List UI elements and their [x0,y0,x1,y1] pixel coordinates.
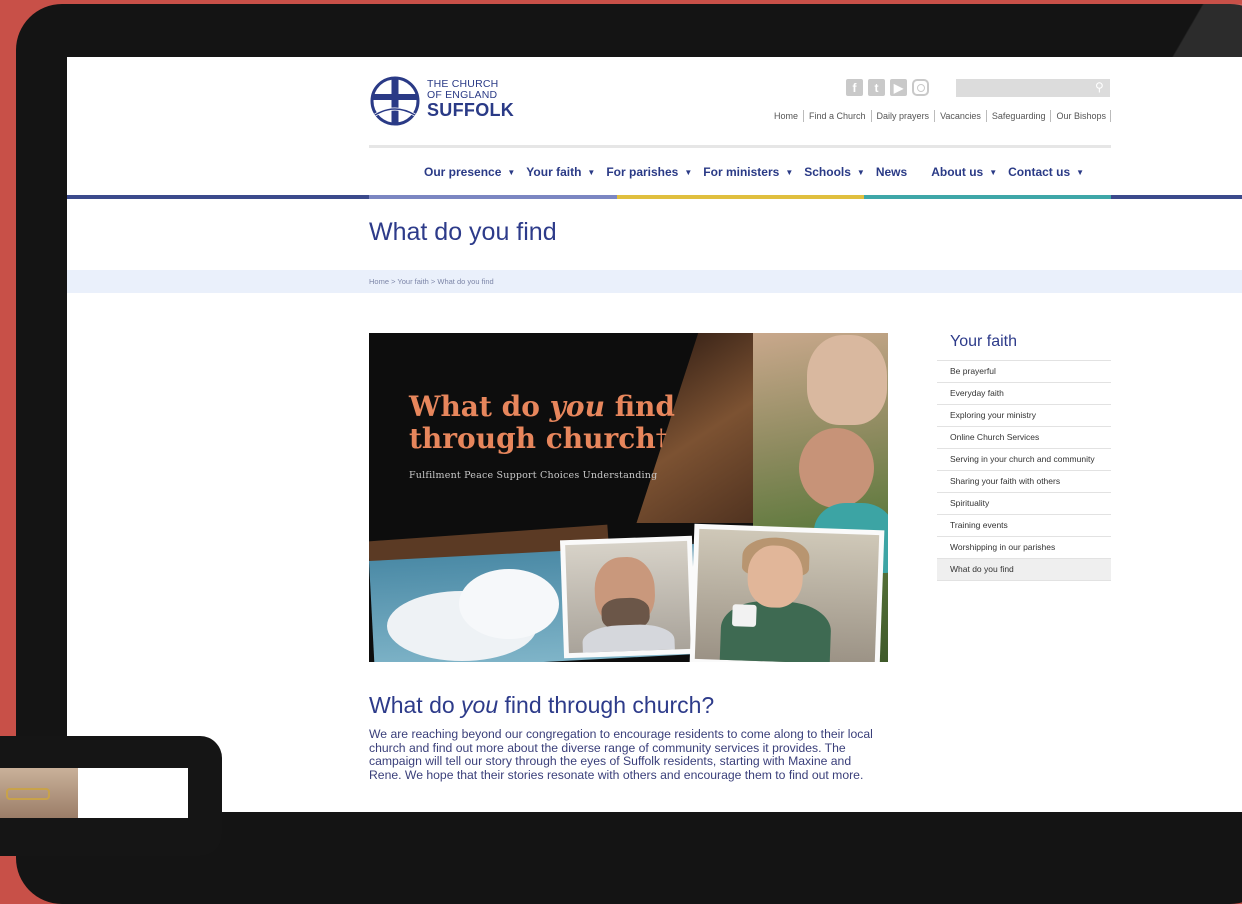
hero-tagline: Fulfilment Peace Support Choices Underst… [409,470,658,481]
tablet-screen [0,768,188,818]
portrait-photo-content [694,528,880,662]
hero-banner-image: What do you find through church† Fulfilm… [369,333,888,662]
nav-our-presence[interactable]: Our presence ▼ [424,165,515,179]
nav-for-parishes[interactable]: For parishes ▼ [606,165,692,179]
chevron-down-icon: ▼ [587,167,596,177]
chevron-down-icon: ▼ [856,167,865,177]
section-heading: What do you find through church? [369,692,714,719]
sidebar-item-exploring-your-ministry[interactable]: Exploring your ministry [937,405,1111,427]
main-nav: Our presence ▼ Your faith ▼ For parishes ▼ … [424,165,1095,179]
diocese-logo[interactable]: THE CHURCH OF ENGLAND SUFFOLK [369,75,514,129]
nav-news[interactable]: News [876,165,907,179]
sidebar-item-what-do-you-find[interactable]: What do you find [937,559,1111,581]
chevron-down-icon: ▼ [507,167,516,177]
top-link-home[interactable]: Home [769,110,805,122]
child-photo [807,335,887,425]
browser-screen: THE CHURCH OF ENGLAND SUFFOLK f t ▶ ⚲ Ho… [67,57,1242,812]
page-title: What do you find [369,218,557,246]
hero-headline-emphasis: you [549,390,605,423]
sidebar-item-worshipping-in-our-parishes[interactable]: Worshipping in our parishes [937,537,1111,559]
section-heading-emphasis: you [461,692,499,718]
portrait-body [582,623,676,654]
chevron-down-icon: ▼ [785,167,794,177]
sidebar-item-everyday-faith[interactable]: Everyday faith [937,383,1111,405]
stripe-segment [617,195,864,199]
top-link-daily-prayers[interactable]: Daily prayers [872,110,936,122]
sidebar-item-be-prayerful[interactable]: Be prayerful [937,361,1111,383]
child-photo [799,428,874,508]
stripe-segment [864,195,1111,199]
search-icon[interactable]: ⚲ [1095,80,1104,94]
header-divider [369,145,1111,148]
top-link-safeguarding[interactable]: Safeguarding [987,110,1052,122]
cloud-shape [459,569,559,639]
stripe-segment [369,195,617,199]
portrait-photo-maxine [689,523,885,662]
sidebar-item-spirituality[interactable]: Spirituality [937,493,1111,515]
nav-about-us[interactable]: About us ▼ [931,165,997,179]
sidebar-item-sharing-your-faith[interactable]: Sharing your faith with others [937,471,1111,493]
nav-label: About us [931,165,984,179]
logo-line-1: THE CHURCH [427,78,499,90]
hero-headline-part: find [604,390,675,423]
breadcrumb[interactable]: Home > Your faith > What do you find [369,277,494,286]
chevron-down-icon: ▼ [684,167,693,177]
instagram-icon[interactable] [912,79,929,96]
portrait-photo-content [565,540,691,654]
sidebar-item-training-events[interactable]: Training events [937,515,1111,537]
nav-label: Contact us [1008,165,1071,179]
section-sidebar: Your faith Be prayerful Everyday faith E… [937,333,1111,581]
social-links: f t ▶ [846,79,929,96]
stripe-segment [67,195,369,199]
top-link-vacancies[interactable]: Vacancies [935,110,987,122]
cross-circle-logo-icon [370,76,420,126]
top-link-find-a-church[interactable]: Find a Church [804,110,872,122]
facebook-icon[interactable]: f [846,79,863,96]
utility-nav: Home Find a Church Daily prayers Vacanci… [769,110,1111,122]
sidebar-item-online-church-services[interactable]: Online Church Services [937,427,1111,449]
nav-contact-us[interactable]: Contact us ▼ [1008,165,1084,179]
hero-headline-part: What do [409,390,550,423]
portrait-photo-rene [559,535,697,659]
youtube-icon[interactable]: ▶ [890,79,907,96]
cross-glyph: † [655,426,667,451]
top-link-our-bishops[interactable]: Our Bishops [1051,110,1111,122]
sidebar-item-serving-in-your-church[interactable]: Serving in your church and community [937,449,1111,471]
color-stripe [67,195,1242,199]
sidebar-title: Your faith [950,333,1018,350]
hero-headline: What do you find through church† [409,391,675,455]
portrait-face [746,544,804,609]
nav-label: For parishes [606,165,679,179]
nav-label: For ministers [703,165,780,179]
chevron-down-icon: ▼ [989,167,998,177]
intro-paragraph: We are reaching beyond our congregation … [369,727,873,782]
chevron-down-icon: ▼ [1076,167,1085,177]
section-heading-part: find through church? [498,692,715,718]
nav-your-faith[interactable]: Your faith ▼ [526,165,595,179]
nav-for-ministers[interactable]: For ministers ▼ [703,165,793,179]
sidebar-menu: Be prayerful Everyday faith Exploring yo… [937,360,1111,581]
stripe-segment [1111,195,1242,199]
nav-schools[interactable]: Schools ▼ [804,165,865,179]
nav-label: Our presence [424,165,502,179]
nav-label: News [875,165,908,179]
hero-headline-part: through church [409,422,656,455]
logo-line-2: OF ENGLAND [427,88,498,101]
search-input[interactable] [956,79,1110,97]
logo-line-3: SUFFOLK [427,100,515,120]
nav-label: Schools [804,165,851,179]
section-heading-part: What do [369,692,462,718]
tablet-portrait-image [0,768,78,818]
breadcrumb-bar: Home > Your faith > What do you find [67,270,1242,293]
logo-wordmark: THE CHURCH OF ENGLAND SUFFOLK [427,79,514,119]
twitter-icon[interactable]: t [868,79,885,96]
mug-shape [731,604,757,627]
nav-label: Your faith [526,165,582,179]
frame-glare [1150,4,1242,64]
